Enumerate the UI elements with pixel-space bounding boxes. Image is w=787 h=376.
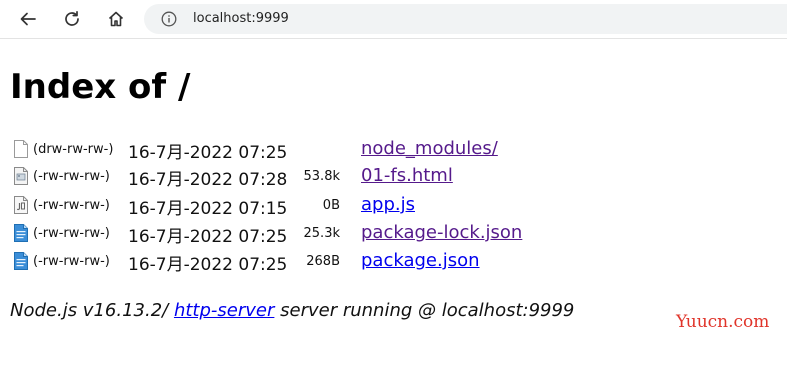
list-item: (-rw-rw-rw-) 16-7月-2022 07:25 25.3k package… [0, 221, 600, 247]
json-file-icon [13, 223, 29, 248]
file-date: 16-7月-2022 07:28 [128, 170, 288, 190]
file-permissions: (-rw-rw-rw-) [33, 254, 110, 269]
file-permissions: (-rw-rw-rw-) [33, 198, 110, 213]
file-size: 268B [306, 254, 340, 269]
file-date: 16-7月-2022 07:25 [128, 143, 288, 163]
file-permissions: (drw-rw-rw-) [33, 142, 114, 157]
file-size: 53.8k [303, 169, 340, 184]
address-url[interactable]: localhost:9999 [193, 11, 289, 26]
footer-prefix: Node.js v16.13.2/ [10, 300, 174, 321]
file-link[interactable]: app.js [361, 194, 415, 215]
page-title: Index of / [10, 67, 191, 107]
list-item: (drw-rw-rw-) 16-7月-2022 07:25 node_modules… [0, 137, 600, 163]
info-icon[interactable] [161, 11, 177, 32]
watermark: Yuucn.com [676, 312, 770, 332]
footer-suffix: server running @ localhost:9999 [274, 300, 575, 321]
file-date: 16-7月-2022 07:15 [128, 199, 288, 219]
list-item: (-rw-rw-rw-) 16-7月-2022 07:15 0B app.js [0, 193, 600, 219]
file-size: 25.3k [303, 226, 340, 241]
list-item: (-rw-rw-rw-) 16-7月-2022 07:28 53.8k 01-fs.h… [0, 164, 600, 190]
file-link[interactable]: package-lock.json [361, 222, 522, 243]
reload-icon[interactable] [57, 4, 87, 34]
file-link[interactable]: 01-fs.html [361, 165, 453, 186]
list-item: (-rw-rw-rw-) 16-7月-2022 07:25 268B package.… [0, 249, 600, 275]
file-date: 16-7月-2022 07:25 [128, 227, 288, 247]
json-file-icon [13, 251, 29, 276]
html-file-icon [13, 166, 29, 191]
file-permissions: (-rw-rw-rw-) [33, 169, 110, 184]
file-size: 0B [322, 198, 340, 213]
back-arrow-icon[interactable] [13, 4, 43, 34]
file-link[interactable]: node_modules/ [361, 138, 498, 159]
folder-icon [13, 139, 29, 164]
home-icon[interactable] [101, 4, 131, 34]
server-footer: Node.js v16.13.2/ http-server server run… [10, 300, 574, 321]
file-link[interactable]: package.json [361, 250, 480, 271]
file-permissions: (-rw-rw-rw-) [33, 226, 110, 241]
http-server-link[interactable]: http-server [174, 300, 274, 321]
file-date: 16-7月-2022 07:25 [128, 255, 288, 275]
address-bar[interactable]: localhost:9999 [144, 4, 787, 34]
browser-toolbar: localhost:9999 [0, 0, 787, 39]
js-file-icon [13, 195, 29, 220]
